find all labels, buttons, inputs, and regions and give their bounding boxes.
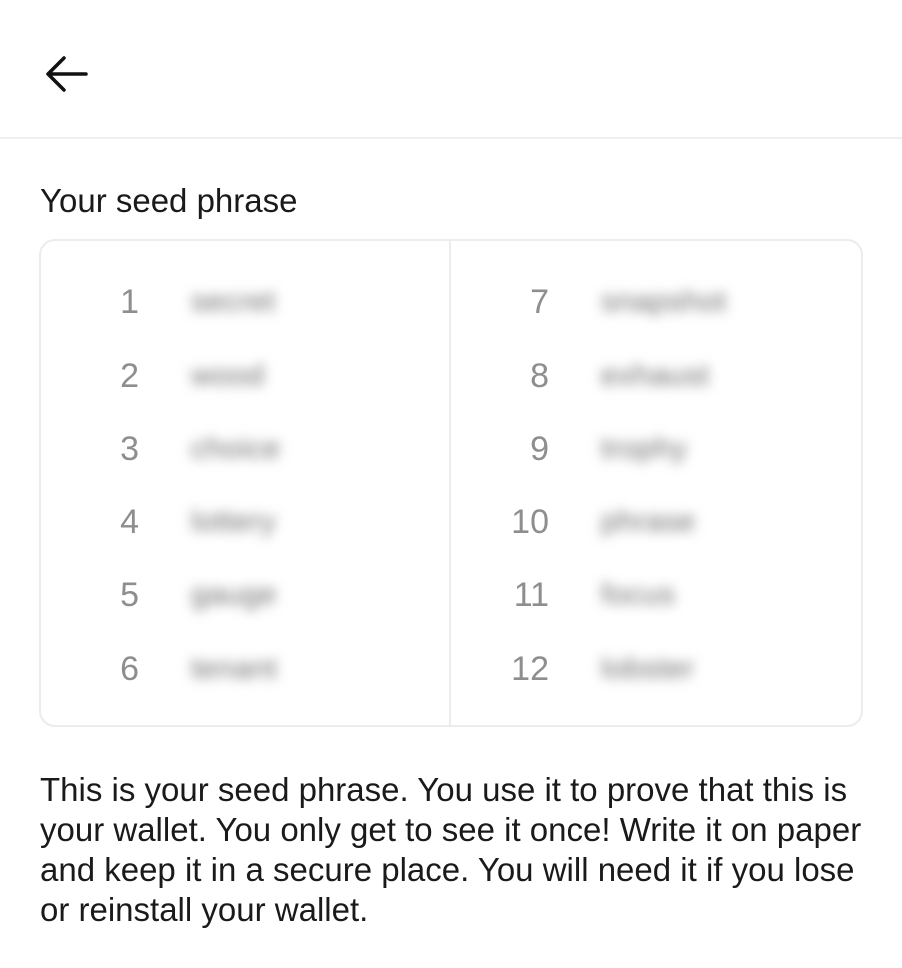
seed-word-blurred: lobster xyxy=(601,652,695,685)
back-button[interactable] xyxy=(38,50,94,98)
seed-word-blurred: exhaust xyxy=(601,359,710,392)
seed-word-blurred: phrase xyxy=(601,505,696,538)
seed-word-blurred: snapshot xyxy=(601,285,727,318)
seed-row: 6 tenant xyxy=(41,644,449,694)
seed-number: 2 xyxy=(120,357,139,395)
seed-word-blurred: tenant xyxy=(191,652,278,685)
seed-number: 6 xyxy=(120,650,139,688)
seed-number: 7 xyxy=(530,283,549,321)
seed-row: 3 choice xyxy=(41,424,449,474)
seed-row: 1 secret xyxy=(41,277,449,327)
seed-number: 1 xyxy=(120,283,139,321)
top-bar xyxy=(0,0,902,139)
seed-phrase-description: This is your seed phrase. You use it to … xyxy=(40,771,862,928)
seed-number: 12 xyxy=(511,650,549,688)
seed-word-blurred: lottery xyxy=(191,505,277,538)
seed-word-blurred: choice xyxy=(191,432,281,465)
seed-column-right: 7 snapshot 8 exhaust 9 trophy 10 phrase … xyxy=(451,241,861,725)
seed-number: 11 xyxy=(513,576,549,614)
seed-number: 8 xyxy=(530,357,549,395)
seed-number: 3 xyxy=(120,430,139,468)
seed-column-left: 1 secret 2 wood 3 choice 4 lottery 5 gau… xyxy=(41,241,451,725)
seed-row: 5 gauge xyxy=(41,570,449,620)
seed-row: 2 wood xyxy=(41,351,449,401)
seed-number: 9 xyxy=(530,430,549,468)
seed-row: 12 lobster xyxy=(451,644,861,694)
seed-row: 8 exhaust xyxy=(451,351,861,401)
seed-row: 7 snapshot xyxy=(451,277,861,327)
seed-number: 5 xyxy=(120,576,139,614)
seed-row: 11 focus xyxy=(451,570,861,620)
seed-row: 4 lottery xyxy=(41,497,449,547)
seed-word-blurred: secret xyxy=(191,285,276,318)
seed-word-blurred: trophy xyxy=(601,432,688,465)
seed-row: 9 trophy xyxy=(451,424,861,474)
section-title: Your seed phrase xyxy=(40,182,298,219)
seed-row: 10 phrase xyxy=(451,497,861,547)
seed-phrase-card: 1 secret 2 wood 3 choice 4 lottery 5 gau… xyxy=(39,239,863,727)
seed-word-blurred: wood xyxy=(191,359,265,392)
seed-word-blurred: focus xyxy=(601,578,676,611)
seed-number: 4 xyxy=(120,503,139,541)
arrow-left-icon xyxy=(46,56,88,92)
seed-number: 10 xyxy=(511,503,549,541)
seed-word-blurred: gauge xyxy=(191,578,277,611)
